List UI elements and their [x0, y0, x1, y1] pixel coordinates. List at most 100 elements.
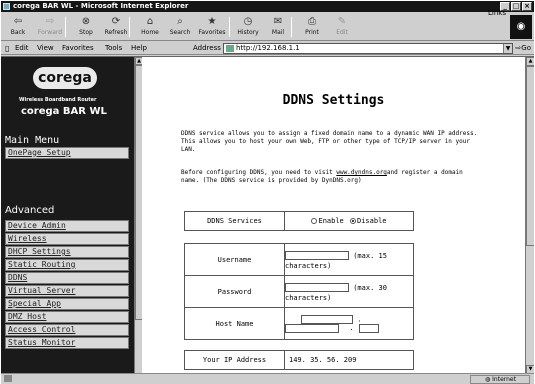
sidebar-subtitle: Wireless Boardband Router [19, 97, 97, 103]
title-bar: corega BAR WL - Microsoft Internet Explo… [1, 1, 534, 12]
edit-button[interactable]: ✎ Edit [327, 15, 357, 39]
hostname-input-2[interactable] [285, 323, 339, 333]
address-label: Address [193, 44, 221, 52]
main-scrollbar[interactable]: ▲ ▼ [525, 57, 534, 373]
page-status-icon [4, 375, 12, 382]
favorites-icon: ★ [207, 16, 217, 27]
zone-indicator: ◍ Internet [470, 375, 530, 384]
enable-radio[interactable] [311, 218, 318, 224]
status-bar: ◍ Internet [1, 373, 534, 384]
toolbar-label: Stop [79, 29, 93, 36]
ie-logo-icon: ◉ [510, 15, 532, 39]
hostname-input-1[interactable] [301, 314, 353, 324]
sidebar: corega Wireless Boardband Router corega … [1, 57, 134, 373]
back-arrow-icon: ⇦ [13, 16, 23, 27]
toolbar-label: Home [141, 29, 159, 36]
toolbar-separator [291, 17, 292, 37]
sidebar-model: corega BAR WL [21, 106, 107, 117]
toolbar-label: Back [10, 29, 26, 36]
sidebar-item-onepage-setup[interactable]: OnePage Setup [5, 147, 129, 159]
toolbar-separator [65, 17, 66, 37]
sidebar-item-virtual-server[interactable]: Virtual Server [5, 285, 129, 297]
advanced-title: Advanced [5, 205, 55, 216]
sidebar-scrollbar[interactable]: ▲ [134, 57, 143, 373]
mail-button[interactable]: ✉ Mail [263, 15, 293, 39]
favorites-button[interactable]: ★ Favorites [197, 15, 227, 39]
sidebar-item-dhcp-settings[interactable]: DHCP Settings [5, 246, 129, 258]
toolbar-label: Forward [37, 29, 63, 36]
window-title: corega BAR WL - Microsoft Internet Explo… [13, 2, 189, 10]
menu-help[interactable]: Help [131, 44, 147, 52]
sidebar-item-wireless[interactable]: Wireless [5, 233, 129, 245]
hostname-label: Host Name [184, 307, 285, 340]
toolbar-label: History [237, 29, 259, 36]
toolbar-label: Search [169, 29, 191, 36]
sidebar-item-device-admin[interactable]: Device Admin [5, 220, 129, 232]
browser-window: corega BAR WL - Microsoft Internet Explo… [0, 0, 535, 384]
dyndns-link[interactable]: www.dyndns.org [336, 169, 387, 176]
mail-icon: ✉ [273, 16, 283, 27]
sidebar-item-access-control[interactable]: Access Control [5, 324, 129, 336]
stop-icon: ⊗ [81, 16, 91, 27]
menu-edit[interactable]: Edit [15, 44, 29, 52]
print-icon: ⎙ [308, 16, 316, 27]
your-ip-label: Your IP Address [184, 350, 285, 370]
toolbar-separator [129, 17, 130, 37]
disable-radio[interactable] [350, 218, 356, 224]
main-menu-title: Main Menu [5, 135, 60, 146]
page-content: corega Wireless Boardband Router corega … [1, 56, 534, 373]
refresh-button[interactable]: ⟳ Refresh [101, 15, 131, 39]
links-label[interactable]: Links [488, 9, 506, 17]
address-text: http://192.168.1.1 [236, 44, 300, 52]
username-input[interactable] [285, 251, 349, 260]
stop-button[interactable]: ⊗ Stop [71, 15, 101, 39]
sidebar-item-special-app[interactable]: Special App [5, 298, 129, 310]
print-button[interactable]: ⎙ Print [297, 15, 327, 39]
scroll-up-icon[interactable]: ▲ [526, 57, 534, 66]
page-title: DDNS Settings [282, 93, 385, 108]
ip-table: Your IP Address 149. 35. 56. 209 [184, 350, 414, 370]
edit-icon: ✎ [337, 16, 347, 27]
home-icon: ⌂ [146, 16, 154, 27]
toolbar-label: Edit [336, 29, 348, 36]
forward-arrow-icon: ⇨ [45, 16, 55, 27]
go-button[interactable]: ⇨Go [515, 44, 531, 52]
sidebar-item-ddns[interactable]: DDNS [5, 272, 129, 284]
toolbar-label: Refresh [104, 29, 128, 36]
password-input[interactable] [285, 283, 349, 292]
intro-text: DDNS service allows you to assign a fixe… [181, 130, 478, 153]
scroll-down-icon[interactable]: ▼ [526, 365, 534, 373]
menu-tools[interactable]: Tools [105, 44, 122, 52]
register-text: Before configuring DDNS, you need to vis… [181, 169, 463, 184]
sidebar-item-static-routing[interactable]: Static Routing [5, 259, 129, 271]
ddns-services-table: DDNS Services Enable Disable [184, 211, 414, 231]
history-button[interactable]: ◷ History [233, 15, 263, 39]
search-button[interactable]: ⌕ Search [165, 15, 195, 39]
page-icon [226, 45, 234, 52]
close-button[interactable]: × [522, 2, 532, 11]
password-label: Password [184, 275, 285, 308]
account-table: Username (max. 15 characters) Password (… [184, 243, 414, 340]
forward-button[interactable]: ⇨ Forward [35, 15, 65, 39]
menu-view[interactable]: View [37, 44, 54, 52]
sidebar-item-status-monitor[interactable]: Status Monitor [5, 337, 129, 349]
hostname-input-3[interactable] [359, 323, 380, 333]
refresh-icon: ⟳ [111, 16, 121, 27]
chevron-down-icon[interactable]: ▼ [503, 44, 512, 53]
toolbar-label: Mail [271, 29, 285, 36]
username-label: Username [184, 243, 285, 276]
toolbar-label: Favorites [198, 29, 226, 36]
address-bar[interactable]: http://192.168.1.1 ▼ [223, 43, 513, 54]
toolbar-separator [229, 17, 230, 37]
menu-favorites[interactable]: Favorites [62, 44, 94, 52]
back-button[interactable]: ⇦ Back [3, 15, 33, 39]
toolbar: ⇦ Back ⇨ Forward ⊗ Stop ⟳ Refresh ⌂ Home ⌕ Search ★ F… [1, 13, 534, 41]
main-panel: DDNS Settings DDNS service allows you to… [142, 57, 525, 373]
maximize-button[interactable]: □ [511, 2, 521, 11]
ddns-services-label: DDNS Services [184, 211, 285, 231]
home-button[interactable]: ⌂ Home [135, 15, 165, 39]
sidebar-item-dmz-host[interactable]: DMZ Host [5, 311, 129, 323]
scroll-thumb[interactable] [526, 66, 534, 246]
corega-logo: corega [33, 67, 97, 89]
page-icon: ▯ [5, 44, 10, 53]
